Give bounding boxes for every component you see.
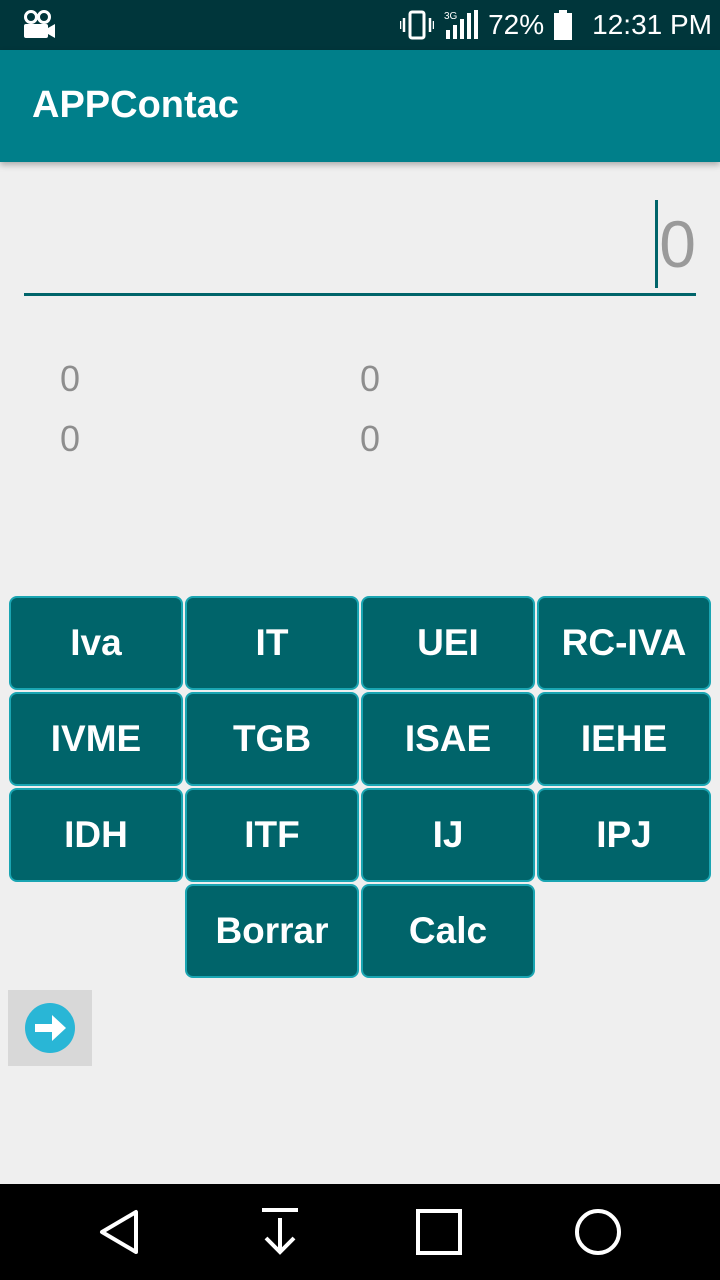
uei-button[interactable]: UEI [361,596,535,690]
vibrate-icon [400,10,435,40]
ivme-button[interactable]: IVME [9,692,183,786]
app-title: APPContac [32,84,239,126]
home-icon[interactable] [572,1206,624,1258]
result-row1-right: 0 [360,358,381,399]
status-bar: 3G 72% 12:31 PM [0,0,720,50]
back-icon[interactable] [94,1206,146,1258]
app-bar: APPContac [0,50,720,162]
network-type-label: 3G [444,11,458,22]
text-cursor [655,200,658,288]
battery-percent: 72% [488,9,545,40]
amount-field[interactable] [24,196,696,296]
arrow-right-icon [25,1003,75,1053]
signal-icon: 3G [444,10,479,40]
iehe-button[interactable]: IEHE [537,692,711,786]
borrar-button[interactable]: Borrar [185,884,359,978]
result-row1-left: 0 [60,358,81,399]
result-row2-right: 0 [360,418,381,459]
rc-iva-button[interactable]: RC-IVA [537,596,711,690]
calc-button[interactable]: Calc [361,884,535,978]
navigation-bar [0,1184,720,1280]
itf-button[interactable]: ITF [185,788,359,882]
amount-input[interactable] [24,196,696,292]
video-camera-icon [22,10,56,40]
clock: 12:31 PM [592,9,712,40]
recents-icon[interactable] [413,1206,465,1258]
battery-icon [554,10,573,40]
download-icon[interactable] [254,1206,306,1258]
iva-button[interactable]: Iva [9,596,183,690]
ij-button[interactable]: IJ [361,788,535,882]
next-button[interactable] [8,990,92,1066]
ipj-button[interactable]: IPJ [537,788,711,882]
it-button[interactable]: IT [185,596,359,690]
idh-button[interactable]: IDH [9,788,183,882]
tgb-button[interactable]: TGB [185,692,359,786]
result-row2-left: 0 [60,418,81,459]
isae-button[interactable]: ISAE [361,692,535,786]
